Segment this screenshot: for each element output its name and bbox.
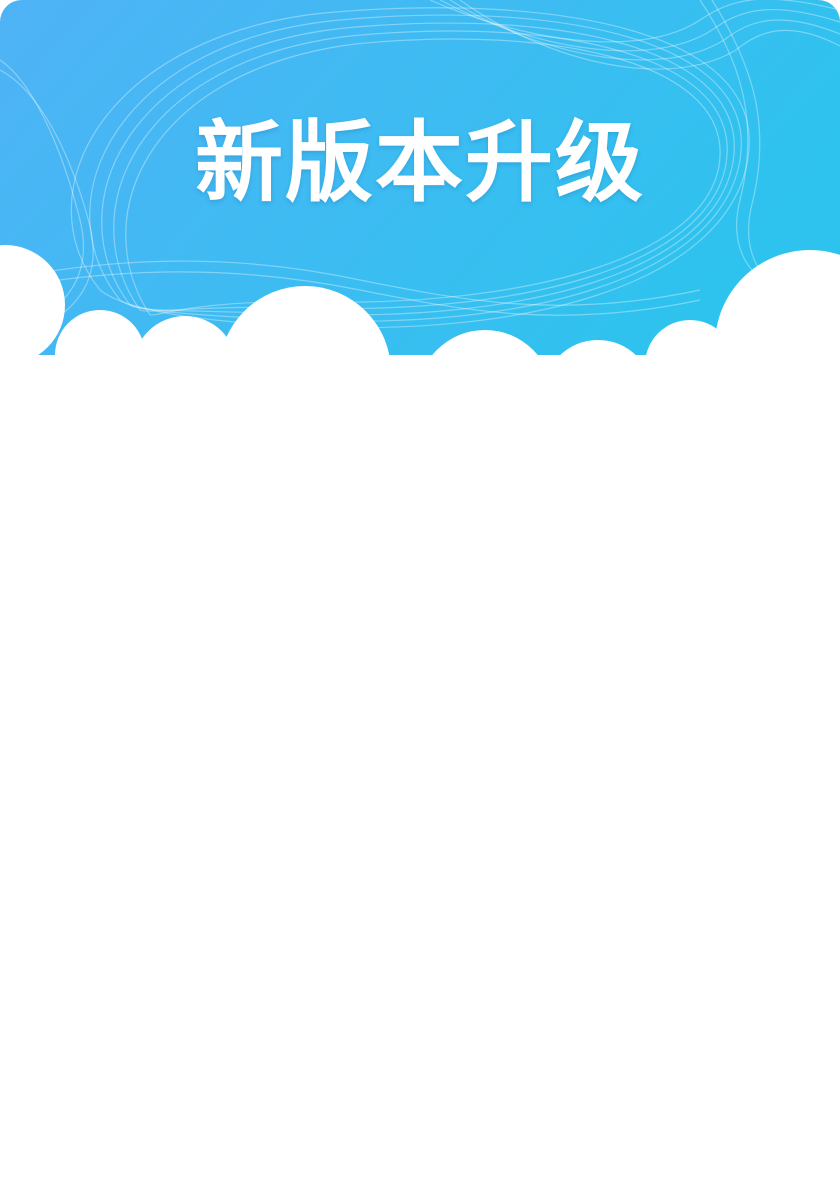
dialog-body: [0, 380, 840, 1181]
dialog-title: 新版本升级: [194, 111, 645, 214]
update-dialog: 新版本升级: [0, 0, 840, 1181]
update-banner: 新版本升级: [0, 0, 840, 380]
